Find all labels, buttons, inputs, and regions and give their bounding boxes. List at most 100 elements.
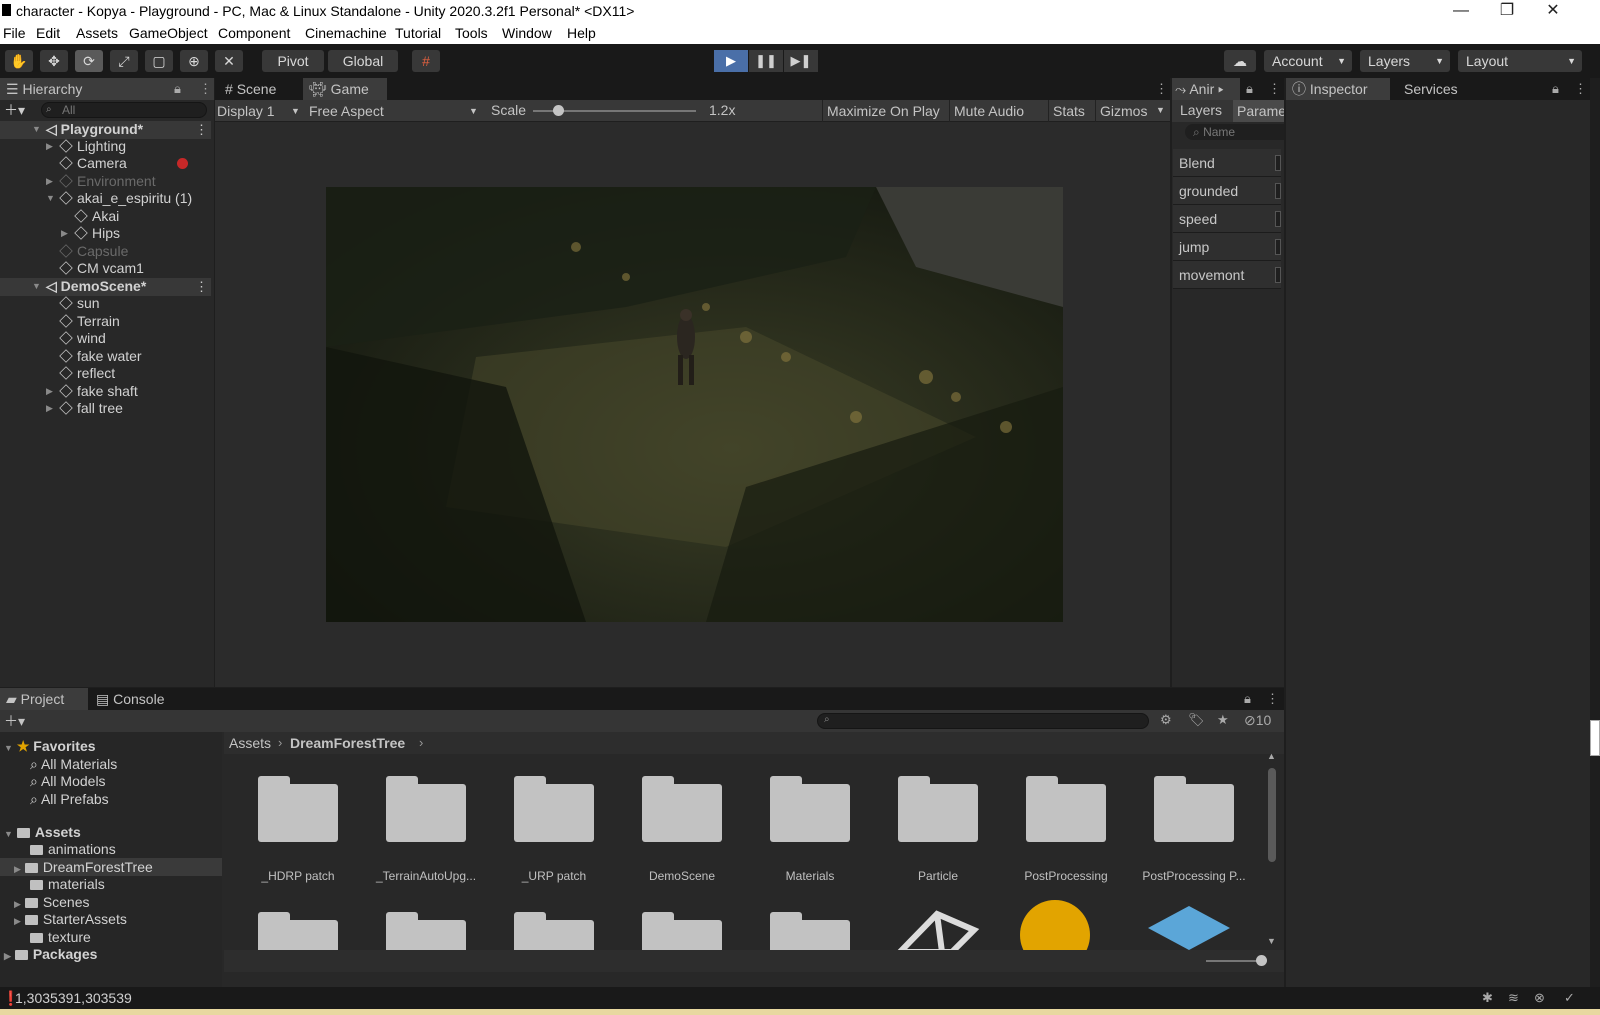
favorite-all-models[interactable]: ⌕ All Models (30, 773, 106, 790)
folder-starterassets[interactable]: ▶ StarterAssets (14, 911, 127, 928)
filter-by-label-icon[interactable]: 🏷︎ (1188, 712, 1205, 728)
game-render-viewport[interactable] (326, 187, 1063, 622)
prefab-asset-icon[interactable] (1144, 900, 1234, 950)
hierarchy-item-fake-shaft[interactable]: ▶ fake shaft (46, 383, 138, 400)
breadcrumb-assets[interactable]: Assets (229, 735, 271, 751)
layers-dropdown[interactable]: Layers ▼ (1360, 50, 1450, 72)
debug-icon[interactable]: ✱ (1482, 990, 1493, 1006)
parameter-grounded[interactable]: grounded (1173, 177, 1281, 205)
hierarchy-item-akai-e-espiritu[interactable]: ▼ akai_e_espiritu (1) (46, 190, 192, 207)
asset-folder[interactable]: _URP patch (514, 774, 594, 894)
parameter-checkbox[interactable] (1275, 183, 1281, 199)
account-dropdown[interactable]: Account ▼ (1264, 50, 1352, 72)
progress-check-icon[interactable]: ✓ (1564, 990, 1575, 1006)
expand-arrow-icon[interactable]: ▶ (46, 173, 53, 190)
parameter-value-field[interactable] (1275, 155, 1281, 171)
asset-folder[interactable]: PostProcessing P... (1142, 774, 1246, 894)
step-button[interactable]: ▶❚ (784, 50, 818, 72)
maximize-on-play-toggle[interactable]: Maximize On Play (822, 100, 944, 122)
parameter-movemont[interactable]: movemont (1173, 261, 1281, 289)
scrollbar-thumb[interactable] (1268, 768, 1276, 862)
parameter-value-field[interactable] (1275, 211, 1281, 227)
asset-folder[interactable] (514, 910, 594, 950)
hierarchy-item-environment[interactable]: ▶ Environment (46, 173, 156, 190)
menu-file[interactable]: File (3, 25, 26, 41)
scale-tool-icon[interactable]: ⤢ (110, 50, 138, 72)
create-asset-button[interactable]: ＋▾ (4, 711, 25, 731)
mute-audio-toggle[interactable]: Mute Audio (949, 100, 1028, 122)
menu-component[interactable]: Component (218, 25, 290, 41)
more-options-icon[interactable]: ⋮ (199, 81, 212, 97)
unity-asset-icon[interactable] (892, 900, 982, 950)
expand-arrow-icon[interactable]: ▼ (4, 743, 13, 753)
hidden-packages-toggle[interactable]: ⊘10 (1244, 712, 1271, 729)
asset-folder[interactable] (770, 910, 850, 950)
more-options-icon[interactable]: ⋮ (1155, 81, 1168, 97)
hierarchy-item-cm-vcam1[interactable]: CM vcam1 (59, 260, 144, 277)
snap-grid-icon[interactable]: # (412, 50, 440, 72)
menu-help[interactable]: Help (567, 25, 596, 41)
tab-project[interactable]: ▰ Project (0, 688, 88, 710)
more-options-icon[interactable]: ⋮ (1266, 691, 1279, 707)
menu-tutorial[interactable]: Tutorial (395, 25, 441, 41)
hierarchy-scene-playground[interactable]: ▼ ◁ Playground* (32, 121, 143, 138)
icon-size-slider-handle[interactable] (1256, 955, 1267, 966)
transform-tool-icon[interactable]: ⊕ (180, 50, 208, 72)
folder-materials[interactable]: materials (30, 876, 105, 893)
folder-scenes[interactable]: ▶ Scenes (14, 894, 90, 911)
scale-slider-track[interactable] (533, 105, 696, 116)
lock-icon[interactable]: 🔒︎ (174, 81, 181, 97)
custom-tool-icon[interactable]: ✕ (215, 50, 243, 72)
play-button[interactable]: ▶ (714, 50, 748, 72)
favorite-all-prefabs[interactable]: ⌕ All Prefabs (30, 791, 109, 808)
hierarchy-scene-demoscene[interactable]: ▼ ◁ DemoScene* (32, 278, 146, 295)
hierarchy-item-camera[interactable]: Camera (59, 155, 127, 172)
aspect-dropdown[interactable]: Free Aspect ▼ (309, 101, 481, 121)
chevron-down-icon[interactable]: ▼ (1156, 105, 1165, 115)
status-message[interactable]: 1,3035391,303539 (15, 990, 132, 1006)
asset-grid-scrollbar[interactable]: ▲ ▼ (1266, 751, 1278, 946)
more-options-icon[interactable]: ⋮ (1574, 81, 1587, 97)
scene-options-icon[interactable]: ⋮ (195, 122, 208, 138)
tab-game[interactable]: 👾︎ Game (303, 78, 387, 100)
scroll-down-icon[interactable]: ▼ (1267, 936, 1276, 946)
asset-folder[interactable]: Materials (770, 774, 850, 894)
tab-animator[interactable]: ⤳ Anir ▸ (1172, 78, 1240, 100)
display-dropdown[interactable]: Display 1 ▼ (217, 101, 303, 121)
cloud-icon[interactable]: ☁ (1224, 50, 1256, 72)
lock-icon[interactable]: 🔒︎ (1244, 691, 1251, 707)
lock-icon[interactable]: 🔒︎ (1246, 81, 1253, 97)
expand-arrow-icon[interactable]: ▶ (46, 383, 53, 400)
hierarchy-item-wind[interactable]: wind (59, 330, 106, 347)
project-search-input[interactable]: ⌕ (817, 713, 1149, 729)
tab-hierarchy[interactable]: ☰ Hierarchy (0, 78, 214, 100)
parameter-speed[interactable]: speed (1173, 205, 1281, 233)
asset-folder[interactable] (258, 910, 338, 950)
breadcrumb-dreamforesttree[interactable]: DreamForestTree (290, 735, 405, 751)
stats-toggle[interactable]: Stats (1048, 100, 1089, 122)
hierarchy-item-capsule[interactable]: Capsule (59, 243, 128, 260)
parameter-trigger-toggle[interactable] (1275, 239, 1281, 255)
parameter-jump[interactable]: jump (1173, 233, 1281, 261)
hierarchy-search-input[interactable] (41, 102, 207, 118)
more-options-icon[interactable]: ⋮ (1268, 81, 1281, 97)
expand-arrow-icon[interactable]: ▼ (4, 829, 13, 839)
layout-dropdown[interactable]: Layout ▼ (1458, 50, 1582, 72)
expand-arrow-icon[interactable]: ▶ (61, 225, 68, 242)
lock-icon[interactable]: 🔒︎ (1552, 81, 1559, 97)
expand-arrow-icon[interactable]: ▶ (14, 899, 21, 909)
favorites-header[interactable]: ▼ ★ Favorites (4, 738, 96, 755)
tab-services[interactable]: Services (1398, 78, 1478, 100)
folder-animations[interactable]: animations (30, 841, 116, 858)
scene-options-icon[interactable]: ⋮ (195, 279, 208, 295)
expand-arrow-icon[interactable]: ▼ (32, 121, 41, 138)
auto-generate-lighting-icon[interactable]: ⊗ (1534, 990, 1545, 1006)
hierarchy-item-reflect[interactable]: reflect (59, 365, 115, 382)
expand-arrow-icon[interactable]: ▶ (46, 400, 53, 417)
pivot-toggle[interactable]: Pivot (262, 50, 324, 72)
menu-window[interactable]: Window (502, 25, 552, 41)
parameter-search-input[interactable]: ⌕ Name (1185, 124, 1284, 140)
asset-folder[interactable]: DemoScene (642, 774, 722, 894)
menu-tools[interactable]: Tools (455, 25, 488, 41)
hierarchy-item-sun[interactable]: sun (59, 295, 100, 312)
